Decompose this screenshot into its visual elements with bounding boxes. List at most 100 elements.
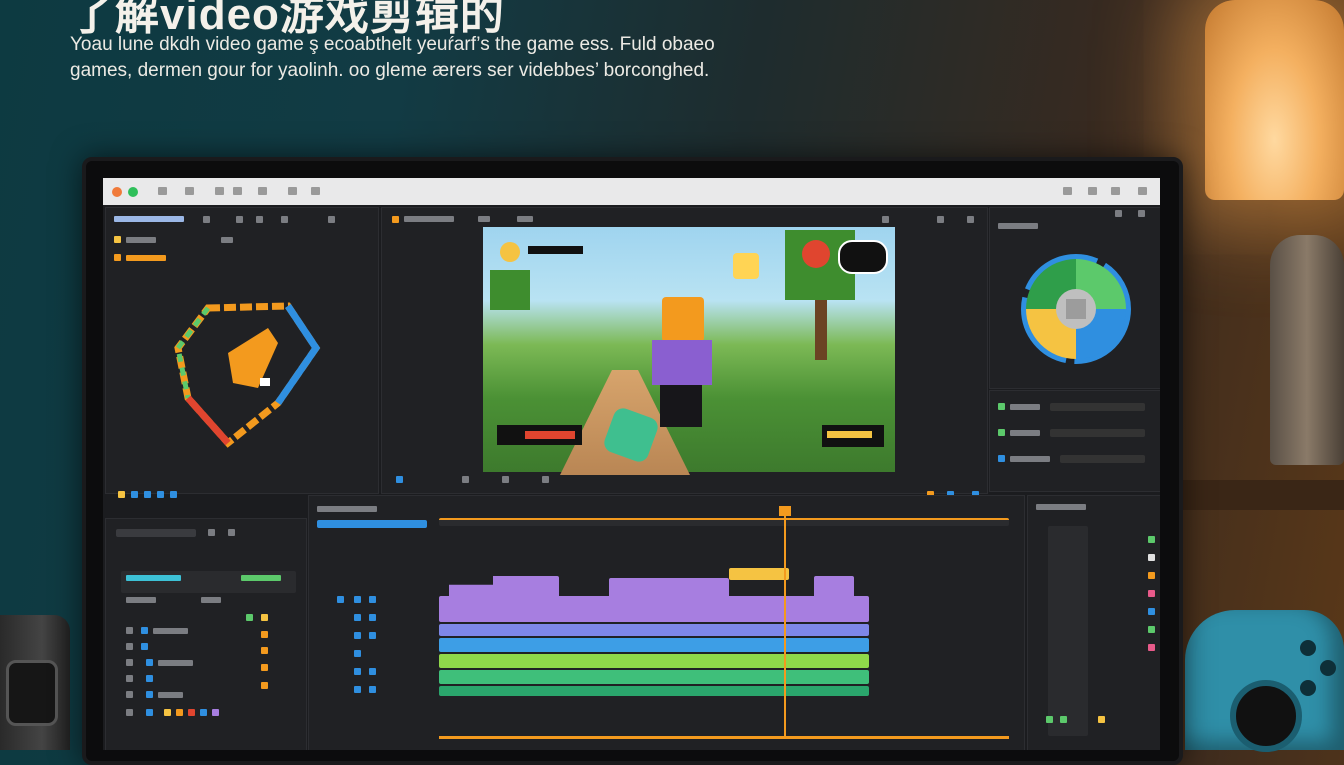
audio-clip[interactable] — [439, 654, 869, 668]
panel-icon[interactable] — [1138, 210, 1145, 217]
bin-item[interactable] — [221, 237, 233, 243]
track-eye-icon[interactable] — [354, 650, 361, 657]
track-mute-icon[interactable] — [369, 632, 376, 639]
menu-icon[interactable] — [311, 187, 320, 195]
effect-toggle[interactable] — [126, 659, 133, 666]
video-clip[interactable] — [609, 578, 729, 598]
video-clip[interactable] — [814, 576, 854, 598]
panel-icon[interactable] — [328, 216, 335, 223]
window-maximize-button[interactable] — [128, 187, 138, 197]
effect-keyframe[interactable] — [261, 664, 268, 671]
property-slider[interactable] — [1050, 403, 1145, 411]
effect-swatch[interactable] — [164, 709, 171, 716]
effect-item[interactable] — [126, 597, 156, 603]
audio-clip[interactable] — [439, 670, 869, 684]
track-lock-icon[interactable] — [337, 596, 344, 603]
effect-toggle[interactable] — [126, 627, 133, 634]
time-ruler[interactable] — [439, 518, 1009, 526]
meter-control[interactable] — [1098, 716, 1105, 723]
menu-icon[interactable] — [1138, 187, 1147, 195]
effect-item[interactable] — [201, 597, 221, 603]
video-clip[interactable] — [439, 624, 869, 636]
panel-icon[interactable] — [208, 529, 215, 536]
panel-icon[interactable] — [937, 216, 944, 223]
track-mute-icon[interactable] — [369, 686, 376, 693]
title-clip[interactable] — [729, 568, 789, 580]
work-area-bar[interactable] — [439, 736, 1009, 739]
effect-item[interactable] — [158, 692, 183, 698]
folder-icon[interactable] — [114, 254, 121, 261]
effect-keyframe[interactable] — [261, 631, 268, 638]
transport-button[interactable] — [396, 476, 403, 483]
panel-icon[interactable] — [256, 216, 263, 223]
panel-icon[interactable] — [118, 491, 125, 498]
property-slider[interactable] — [1060, 455, 1145, 463]
clip-thumbnail[interactable] — [168, 288, 328, 463]
track-mute-icon[interactable] — [369, 614, 376, 621]
bin-item[interactable] — [126, 237, 156, 243]
effect-keyframe[interactable] — [261, 614, 268, 621]
panel-icon[interactable] — [157, 491, 164, 498]
track-eye-icon[interactable] — [354, 668, 361, 675]
panel-icon[interactable] — [203, 216, 210, 223]
menu-icon[interactable] — [1063, 187, 1072, 195]
effect-keyframe[interactable] — [261, 647, 268, 654]
panel-icon[interactable] — [131, 491, 138, 498]
track-eye-icon[interactable] — [354, 632, 361, 639]
window-close-button[interactable] — [112, 187, 122, 197]
track-header-bar[interactable] — [317, 520, 427, 528]
video-clip[interactable] — [439, 596, 869, 622]
effect-toggle[interactable] — [126, 709, 133, 716]
transport-button[interactable] — [462, 476, 469, 483]
effect-swatch[interactable] — [188, 709, 195, 716]
effect-swatch[interactable] — [200, 709, 207, 716]
track-eye-icon[interactable] — [354, 596, 361, 603]
effect-toggle[interactable] — [126, 675, 133, 682]
track-mute-icon[interactable] — [369, 668, 376, 675]
effect-toggle[interactable] — [126, 643, 133, 650]
meter-control[interactable] — [1046, 716, 1053, 723]
effect-swatch[interactable] — [176, 709, 183, 716]
menu-icon[interactable] — [233, 187, 242, 195]
playhead[interactable] — [784, 508, 786, 738]
effect-item[interactable] — [158, 660, 193, 666]
bin-item[interactable] — [126, 255, 166, 261]
track-mute-icon[interactable] — [369, 596, 376, 603]
panel-icon[interactable] — [882, 216, 889, 223]
color-wheel[interactable] — [1020, 253, 1132, 365]
panel-icon[interactable] — [281, 216, 288, 223]
track-eye-icon[interactable] — [354, 686, 361, 693]
menu-icon[interactable] — [1088, 187, 1097, 195]
menu-icon[interactable] — [215, 187, 224, 195]
menu-icon[interactable] — [158, 187, 167, 195]
transport-button[interactable] — [502, 476, 509, 483]
audio-clip[interactable] — [439, 686, 869, 696]
transport-button[interactable] — [542, 476, 549, 483]
menu-icon[interactable] — [185, 187, 194, 195]
menu-icon[interactable] — [1111, 187, 1120, 195]
panel-icon[interactable] — [1115, 210, 1122, 217]
video-clip[interactable] — [439, 638, 869, 652]
panel-icon[interactable] — [236, 216, 243, 223]
property-toggle[interactable] — [998, 455, 1005, 462]
panel-icon[interactable] — [170, 491, 177, 498]
folder-icon[interactable] — [114, 236, 121, 243]
video-clip[interactable] — [449, 576, 559, 598]
effect-swatch[interactable] — [212, 709, 219, 716]
menu-icon[interactable] — [288, 187, 297, 195]
effect-toggle[interactable] — [126, 691, 133, 698]
effect-keyframe[interactable] — [261, 682, 268, 689]
panel-icon[interactable] — [967, 216, 974, 223]
meter-control[interactable] — [1060, 716, 1067, 723]
panel-icon[interactable] — [392, 216, 399, 223]
track-eye-icon[interactable] — [354, 614, 361, 621]
panel-tab[interactable] — [478, 216, 490, 222]
effect-item[interactable] — [153, 628, 188, 634]
panel-icon[interactable] — [228, 529, 235, 536]
panel-tab[interactable] — [517, 216, 533, 222]
panel-icon[interactable] — [144, 491, 151, 498]
property-slider[interactable] — [1050, 429, 1145, 437]
effects-search-input[interactable] — [116, 529, 196, 537]
playhead-handle[interactable] — [779, 506, 791, 516]
effect-keyframe[interactable] — [246, 614, 253, 621]
